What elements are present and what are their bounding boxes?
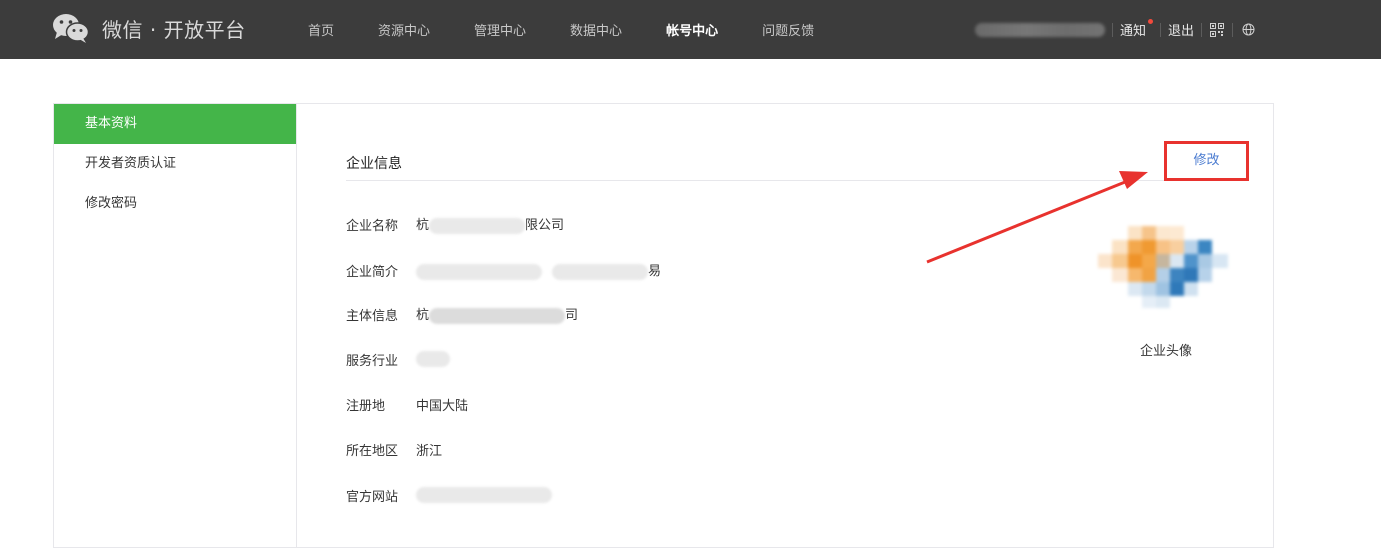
wechat-logo-icon — [53, 14, 90, 43]
info-row-official-website: 官方网站 — [346, 485, 552, 505]
info-label: 企业名称 — [346, 218, 399, 234]
notify-badge-dot — [1148, 19, 1154, 24]
redacted-text — [416, 263, 542, 280]
main-panel: 基本资料 开发者资质认证 修改密码 企业信息 修改 企业名称 杭 限公司 企业简介… — [53, 103, 1274, 548]
company-intro-value: 易 — [416, 260, 661, 280]
redacted-text — [416, 487, 552, 503]
info-label: 企业简介 — [346, 264, 399, 280]
section-header: 企业信息 修改 — [346, 141, 1249, 181]
qrcode-icon[interactable] — [1209, 22, 1225, 38]
official-website-value[interactable] — [416, 487, 552, 503]
main-nav: 首页 资源中心 管理中心 数据中心 帐号中心 问题反馈 — [308, 0, 858, 59]
divider — [1232, 22, 1234, 37]
value-suffix: 司 — [565, 308, 579, 324]
top-navigation-bar: 微信 · 开放平台 首页 资源中心 管理中心 数据中心 帐号中心 问题反馈 通知… — [0, 0, 1381, 59]
notify-label: 通知 — [1120, 24, 1147, 39]
logout-link[interactable]: 退出 — [1168, 20, 1194, 39]
section-title: 企业信息 — [346, 156, 402, 172]
company-avatar[interactable] — [1098, 224, 1234, 316]
nav-feedback[interactable]: 问题反馈 — [762, 20, 814, 39]
info-label: 主体信息 — [346, 308, 399, 324]
company-name-value: 杭 限公司 — [416, 214, 564, 234]
info-label: 服务行业 — [346, 353, 399, 369]
region-value: 浙江 — [416, 443, 443, 459]
redacted-text — [416, 351, 450, 367]
divider — [1160, 22, 1162, 37]
info-label: 注册地 — [346, 398, 386, 414]
info-row-service-industry: 服务行业 — [346, 349, 450, 369]
account-name-redacted[interactable] — [975, 22, 1105, 37]
info-row-region: 所在地区 浙江 — [346, 439, 442, 459]
redacted-text — [552, 263, 648, 280]
nav-account-center[interactable]: 帐号中心 — [666, 20, 718, 39]
brand-logo[interactable]: 微信 · 开放平台 — [52, 10, 246, 46]
edit-highlight-box: 修改 — [1164, 141, 1249, 181]
sidebar-item-basic-info[interactable]: 基本资料 — [54, 104, 296, 144]
value-suffix: 限公司 — [525, 218, 565, 234]
value-suffix: 易 — [648, 264, 662, 280]
nav-management-center[interactable]: 管理中心 — [474, 20, 526, 39]
sidebar-item-change-password[interactable]: 修改密码 — [54, 184, 296, 224]
registration-place-value: 中国大陆 — [416, 398, 469, 414]
user-area: 通知 退出 — [975, 0, 1256, 59]
info-row-company-intro: 企业简介 易 — [346, 260, 661, 280]
info-label: 官方网站 — [346, 489, 399, 505]
sidebar-item-developer-verification[interactable]: 开发者资质认证 — [54, 144, 296, 184]
info-row-subject-info: 主体信息 杭司 — [346, 304, 578, 324]
notify-link[interactable]: 通知 — [1120, 19, 1154, 39]
divider — [1112, 22, 1113, 37]
info-row-company-name: 企业名称 杭 限公司 — [346, 214, 564, 234]
info-row-registration-place: 注册地 中国大陆 — [346, 394, 468, 414]
value-prefix: 杭 — [416, 218, 430, 234]
nav-data-center[interactable]: 数据中心 — [570, 20, 622, 39]
redacted-text — [429, 307, 566, 324]
value-prefix: 杭 — [416, 308, 430, 324]
service-industry-value — [416, 351, 450, 367]
subject-info-value: 杭司 — [416, 304, 578, 324]
info-label: 所在地区 — [346, 443, 399, 459]
nav-resource-center[interactable]: 资源中心 — [378, 20, 430, 39]
avatar-caption: 企业头像 — [1139, 344, 1192, 359]
redacted-text — [429, 217, 526, 234]
brand-name: 微信 · 开放平台 — [102, 17, 246, 42]
divider — [1201, 22, 1203, 37]
globe-icon[interactable] — [1240, 22, 1256, 38]
edit-button[interactable]: 修改 — [1167, 144, 1246, 178]
sidebar: 基本资料 开发者资质认证 修改密码 — [54, 104, 297, 547]
nav-home[interactable]: 首页 — [308, 20, 334, 39]
company-avatar-block: 企业头像 — [1096, 224, 1236, 359]
